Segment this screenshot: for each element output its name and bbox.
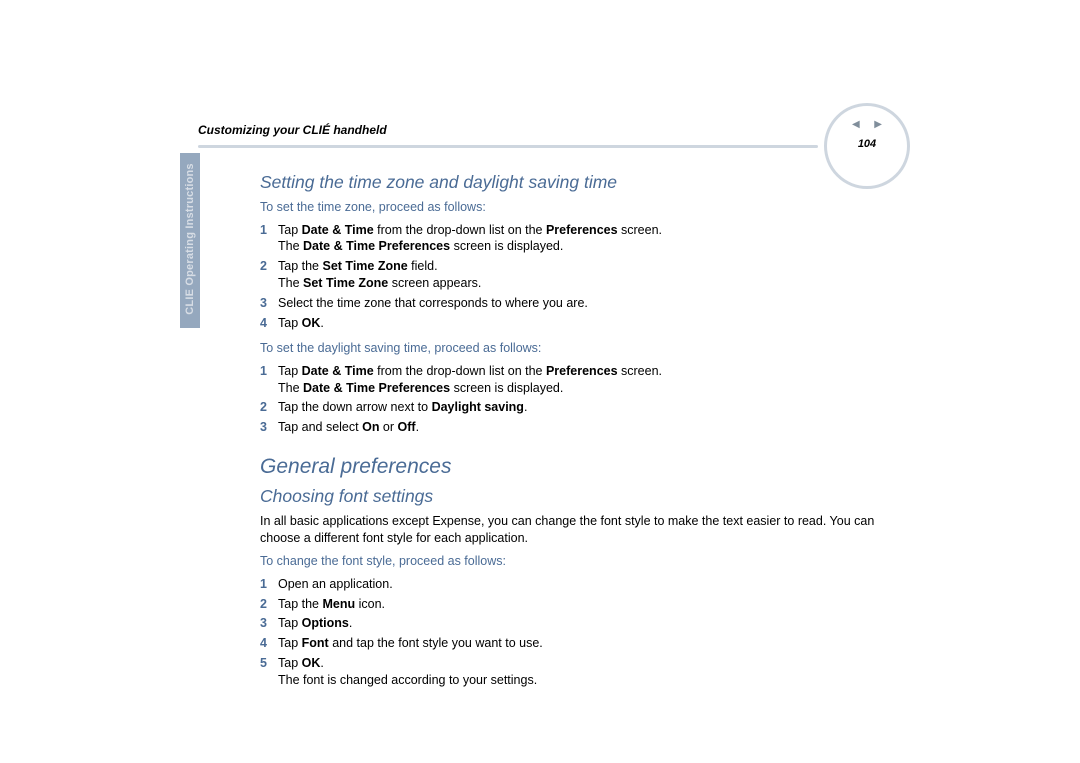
step-number: 3 — [260, 295, 278, 312]
step-row: 3 Tap Options. — [260, 615, 900, 632]
step-number: 3 — [260, 615, 278, 632]
step-text: Tap Date & Time from the drop-down list … — [278, 222, 900, 256]
t: screen. — [618, 223, 662, 237]
step-number: 4 — [260, 315, 278, 332]
step-text: Tap OK. — [278, 315, 900, 332]
t: The font is changed according to your se… — [278, 673, 537, 687]
step-text: Tap OK. The font is changed according to… — [278, 655, 900, 689]
step-text: Tap the down arrow next to Daylight savi… — [278, 399, 900, 416]
t: screen. — [618, 364, 662, 378]
step-text: Tap the Menu icon. — [278, 596, 900, 613]
t: Date & Time Preferences — [303, 381, 450, 395]
lead-text: To set the daylight saving time, proceed… — [260, 340, 900, 357]
chapter-title: Customizing your CLIÉ handheld — [198, 123, 387, 137]
step-row: 1 Tap Date & Time from the drop-down lis… — [260, 222, 900, 256]
step-number: 5 — [260, 655, 278, 689]
t: Set Time Zone — [303, 276, 388, 290]
step-text: Tap Font and tap the font style you want… — [278, 635, 900, 652]
t: Daylight saving — [432, 400, 524, 414]
step-number: 1 — [260, 576, 278, 593]
step-number: 4 — [260, 635, 278, 652]
step-row: 2 Tap the Menu icon. — [260, 596, 900, 613]
step-row: 3 Tap and select On or Off. — [260, 419, 900, 436]
t: Tap — [278, 636, 302, 650]
side-tab-label: CLIE Operating Instructions — [184, 153, 196, 325]
t: Set Time Zone — [322, 259, 407, 273]
lead-text: To change the font style, proceed as fol… — [260, 553, 900, 570]
step-text: Tap Date & Time from the drop-down list … — [278, 363, 900, 397]
subheading-timezone: Setting the time zone and daylight savin… — [260, 171, 900, 195]
t: field. — [408, 259, 438, 273]
heading-general-preferences: General preferences — [260, 453, 900, 481]
t: icon. — [355, 597, 385, 611]
t: Tap and select — [278, 420, 362, 434]
side-tab: CLIE Operating Instructions — [180, 153, 200, 328]
page-number: 104 — [827, 138, 907, 150]
t: Date & Time — [302, 223, 374, 237]
step-number: 1 — [260, 222, 278, 256]
t: Off — [398, 420, 416, 434]
t: . — [320, 316, 323, 330]
t: and tap the font style you want to use. — [329, 636, 543, 650]
t: Tap — [278, 316, 302, 330]
t: screen is displayed. — [450, 381, 563, 395]
step-text: Tap the Set Time Zone field. The Set Tim… — [278, 258, 900, 292]
t: Tap — [278, 656, 302, 670]
t: On — [362, 420, 379, 434]
step-number: 2 — [260, 399, 278, 416]
t: OK — [302, 656, 321, 670]
t: Tap the down arrow next to — [278, 400, 432, 414]
t: Date & Time — [302, 364, 374, 378]
t: Tap — [278, 223, 302, 237]
t: Preferences — [546, 223, 618, 237]
t: Tap the — [278, 597, 322, 611]
step-row: 4 Tap Font and tap the font style you wa… — [260, 635, 900, 652]
t: or — [379, 420, 397, 434]
intro-paragraph: In all basic applications except Expense… — [260, 513, 900, 547]
step-row: 2 Tap the down arrow next to Daylight sa… — [260, 399, 900, 416]
t: Tap — [278, 616, 302, 630]
t: from the drop-down list on the — [374, 364, 546, 378]
step-row: 3 Select the time zone that corresponds … — [260, 295, 900, 312]
step-number: 3 — [260, 419, 278, 436]
t: Font — [302, 636, 329, 650]
t: . — [349, 616, 352, 630]
t: screen is displayed. — [450, 239, 563, 253]
subheading-font-settings: Choosing font settings — [260, 485, 900, 509]
t: Tap — [278, 364, 302, 378]
step-row: 5 Tap OK. The font is changed according … — [260, 655, 900, 689]
t: The — [278, 381, 303, 395]
step-number: 1 — [260, 363, 278, 397]
t: Date & Time Preferences — [303, 239, 450, 253]
header-rule — [198, 145, 818, 148]
step-text: Tap and select On or Off. — [278, 419, 900, 436]
prev-page-icon[interactable]: ◀ — [852, 119, 860, 130]
t: Tap the — [278, 259, 322, 273]
t: . — [524, 400, 527, 414]
t: The — [278, 239, 303, 253]
t: . — [320, 656, 323, 670]
t: . — [416, 420, 419, 434]
step-row: 4 Tap OK. — [260, 315, 900, 332]
t: Preferences — [546, 364, 618, 378]
t: screen appears. — [388, 276, 481, 290]
step-text: Tap Options. — [278, 615, 900, 632]
step-row: 1 Tap Date & Time from the drop-down lis… — [260, 363, 900, 397]
step-number: 2 — [260, 596, 278, 613]
step-row: 1 Open an application. — [260, 576, 900, 593]
step-text: Select the time zone that corresponds to… — [278, 295, 900, 312]
t: from the drop-down list on the — [374, 223, 546, 237]
step-text: Open an application. — [278, 576, 900, 593]
t: OK — [302, 316, 321, 330]
step-number: 2 — [260, 258, 278, 292]
next-page-icon[interactable]: ▶ — [874, 119, 882, 130]
lead-text: To set the time zone, proceed as follows… — [260, 199, 900, 216]
t: Options — [302, 616, 349, 630]
step-row: 2 Tap the Set Time Zone field. The Set T… — [260, 258, 900, 292]
t: The — [278, 276, 303, 290]
page-content: Setting the time zone and daylight savin… — [260, 171, 900, 692]
document-page: Customizing your CLIÉ handheld ◀ ▶ 104 C… — [180, 113, 900, 713]
t: Menu — [322, 597, 355, 611]
